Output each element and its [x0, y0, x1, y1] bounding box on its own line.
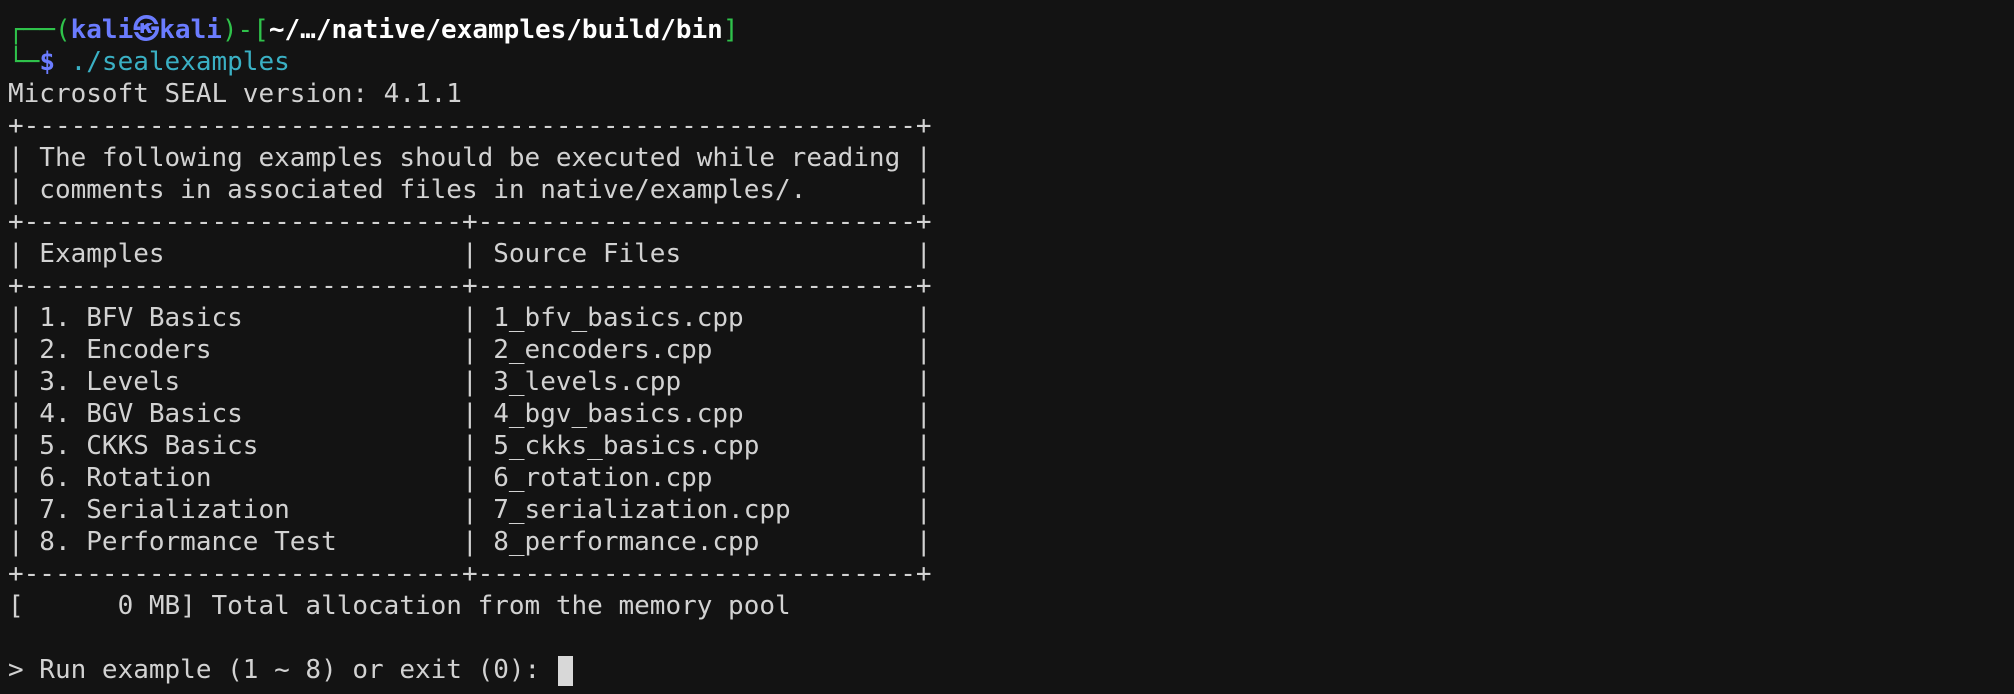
- prompt-separator: )-[: [221, 15, 269, 45]
- prompt-host: kali: [159, 15, 222, 45]
- prompt-path: ~/…/native/examples/build/bin: [268, 15, 723, 45]
- prompt-user: kali: [70, 15, 134, 45]
- table-row: | 2. Encoders | 2_encoders.cpp |: [8, 335, 932, 365]
- table-header-row: | Examples | Source Files |: [8, 239, 932, 269]
- table-border-split-top: +----------------------------+----------…: [8, 207, 932, 237]
- table-border-top: +---------------------------------------…: [8, 111, 932, 141]
- prompt-line-top: ┌──(kali㉿kali)-[~/…/native/examples/buil…: [8, 14, 738, 46]
- skull-icon: ㉿: [133, 15, 160, 45]
- table-row: | 5. CKKS Basics | 5_ckks_basics.cpp |: [8, 431, 932, 461]
- text-cursor[interactable]: [557, 655, 573, 686]
- prompt-line-bottom: └─$ ./sealexamples: [8, 46, 290, 78]
- input-line[interactable]: > Run example (1 ~ 8) or exit (0):: [8, 654, 573, 686]
- prompt-close-bracket: ]: [722, 15, 739, 45]
- table-row: | 7. Serialization | 7_serialization.cpp…: [8, 495, 932, 525]
- table-border-split-mid: +----------------------------+----------…: [8, 271, 932, 301]
- memory-line: [ 0 MB] Total allocation from the memory…: [8, 591, 791, 621]
- prompt-corner-bottom: └─: [8, 47, 40, 77]
- prompt-dollar: $: [39, 47, 55, 77]
- terminal-window[interactable]: ┌──(kali㉿kali)-[~/…/native/examples/buil…: [8, 0, 2008, 694]
- table-row: | 8. Performance Test | 8_performance.cp…: [8, 527, 932, 557]
- command-text: ./sealexamples: [70, 47, 290, 77]
- input-prompt: > Run example (1 ~ 8) or exit (0):: [8, 655, 556, 685]
- table-row: | 4. BGV Basics | 4_bgv_basics.cpp |: [8, 399, 932, 429]
- table-row: | 3. Levels | 3_levels.cpp |: [8, 367, 932, 397]
- intro-line-1: | The following examples should be execu…: [8, 143, 932, 173]
- table-row: | 6. Rotation | 6_rotation.cpp |: [8, 463, 932, 493]
- table-row: | 1. BFV Basics | 1_bfv_basics.cpp |: [8, 303, 932, 333]
- prompt-corner-top: ┌──(: [8, 15, 71, 45]
- table-border-bottom: +----------------------------+----------…: [8, 559, 932, 589]
- version-line: Microsoft SEAL version: 4.1.1: [8, 79, 462, 109]
- intro-line-2: | comments in associated files in native…: [8, 175, 932, 205]
